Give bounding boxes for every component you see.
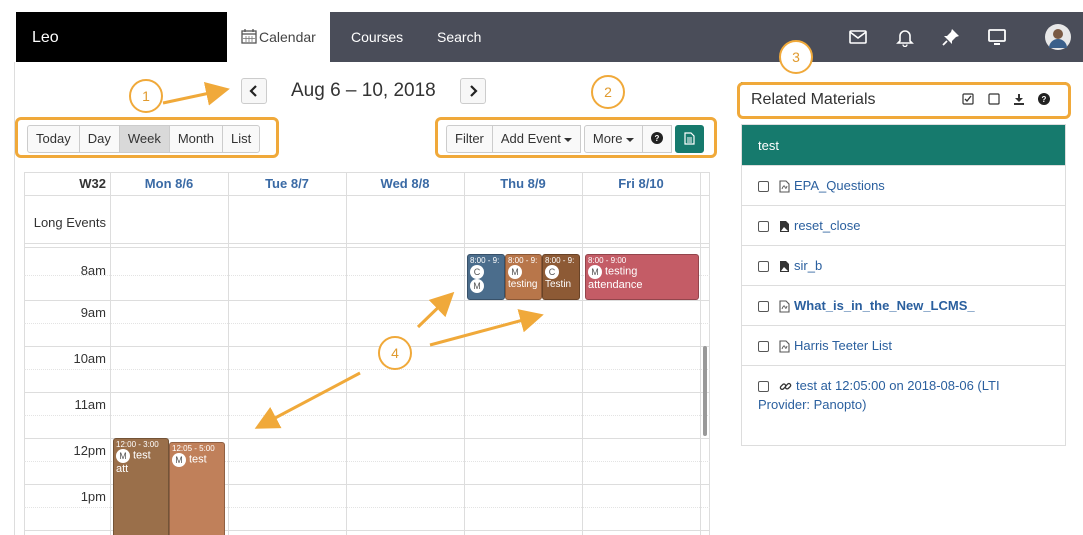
bell-icon[interactable]: [895, 27, 915, 47]
calendar-event[interactable]: 12:05 - 5:00 Mtest: [169, 442, 225, 535]
chevron-right-icon: [470, 85, 478, 97]
top-bar: Leo Calendar Courses Search: [0, 0, 1083, 64]
calendar-event[interactable]: 12:00 - 3:00 Mtest att: [113, 438, 169, 535]
calendar-title: Aug 6 – 10, 2018: [291, 80, 436, 101]
pdf-file-icon: [779, 340, 790, 353]
material-label[interactable]: test at 12:05:00 on 2018-08-06 (LTI Prov…: [758, 378, 1000, 412]
tab-courses[interactable]: Courses: [337, 12, 417, 62]
material-checkbox[interactable]: [758, 181, 769, 193]
time-label-1pm: 1pm: [80, 489, 106, 504]
pdf-file-icon: [779, 180, 790, 193]
calendar-event[interactable]: 8:00 - 9: C M: [467, 254, 505, 300]
event-badge: M: [116, 449, 130, 463]
material-label[interactable]: Harris Teeter List: [794, 338, 892, 353]
chevron-left-icon: [249, 85, 257, 97]
long-events-label: Long Events: [33, 215, 106, 230]
tab-search[interactable]: Search: [423, 12, 495, 62]
day-header-thu[interactable]: Thu 8/9: [464, 173, 582, 195]
pin-icon[interactable]: [941, 27, 961, 47]
callout-arrow-1: [162, 82, 230, 106]
event-time: 12:00 - 3:00: [116, 440, 159, 449]
event-badge: M: [172, 453, 186, 467]
calendar-icon: [241, 29, 257, 44]
event-title-line2: attendance: [588, 279, 643, 291]
event-title: testing: [605, 265, 638, 278]
mail-icon[interactable]: [848, 27, 868, 47]
calendar-event[interactable]: 8:00 - 9: M testing: [505, 254, 542, 300]
callout-box-view-buttons: [15, 117, 279, 158]
callout-number-1: 1: [129, 79, 163, 113]
material-label[interactable]: sir_b: [794, 258, 822, 273]
event-badge: M: [588, 265, 602, 279]
material-item[interactable]: Harris Teeter List: [742, 325, 1065, 365]
time-label-9am: 9am: [80, 305, 106, 320]
material-item[interactable]: test at 12:05:00 on 2018-08-06 (LTI Prov…: [742, 365, 1065, 426]
day-header-mon[interactable]: Mon 8/6: [110, 173, 228, 195]
event-time: 12:05 - 5:00: [172, 444, 215, 453]
day-header-tue[interactable]: Tue 8/7: [228, 173, 346, 195]
callout-number-4: 4: [378, 336, 412, 370]
event-badge: M: [470, 279, 484, 293]
material-label[interactable]: reset_close: [794, 218, 860, 233]
day-header-wed[interactable]: Wed 8/8: [346, 173, 464, 195]
event-time: 8:00 - 9:00: [588, 256, 627, 265]
week-number: W32: [79, 176, 106, 191]
day-header-fri[interactable]: Fri 8/10: [582, 173, 700, 195]
calendar-event[interactable]: 8:00 - 9: C Testin: [542, 254, 580, 300]
brand-name[interactable]: Leo: [16, 12, 227, 62]
time-label-10am: 10am: [73, 351, 106, 366]
time-label-8am: 8am: [80, 263, 106, 278]
grid-scrollbar[interactable]: [703, 346, 707, 436]
callout-box-action-buttons: [435, 117, 717, 158]
monitor-icon[interactable]: [987, 27, 1007, 47]
material-item[interactable]: EPA_Questions: [742, 165, 1065, 205]
tab-calendar-label: Calendar: [259, 29, 316, 45]
callout-number-3: 3: [779, 40, 813, 74]
time-label-12pm: 12pm: [73, 443, 106, 458]
next-week-button[interactable]: [460, 78, 486, 104]
material-label[interactable]: What_is_in_the_New_LCMS_: [794, 298, 975, 313]
event-title: testing: [508, 279, 538, 290]
event-badge: C: [545, 265, 559, 279]
main-navbar: Calendar Courses Search: [227, 12, 1083, 62]
event-badge: M: [508, 265, 522, 279]
material-checkbox[interactable]: [758, 341, 769, 353]
material-checkbox[interactable]: [758, 261, 769, 273]
event-time: 8:00 - 9:: [545, 256, 575, 265]
event-title: test: [189, 453, 207, 466]
event-title: Testin: [545, 279, 572, 290]
event-title-line2: att: [116, 463, 129, 475]
callout-number-2: 2: [591, 75, 625, 109]
materials-folder[interactable]: test: [742, 125, 1065, 165]
material-item[interactable]: sir_b: [742, 245, 1065, 285]
event-time: 8:00 - 9:: [470, 256, 500, 265]
pdf-file-icon: [779, 300, 790, 313]
calendar-event[interactable]: 8:00 - 9:00 Mtesting attendance: [585, 254, 699, 300]
related-materials-panel: test EPA_Questions reset_close sir_b Wha…: [741, 124, 1066, 446]
material-label[interactable]: EPA_Questions: [794, 178, 885, 193]
time-label-11am: 11am: [74, 397, 106, 412]
callout-box-related-materials: [737, 82, 1071, 119]
image-file-icon: [780, 221, 789, 233]
material-checkbox[interactable]: [758, 381, 769, 393]
image-file-icon: [780, 261, 789, 273]
event-time: 8:00 - 9:: [508, 256, 538, 265]
prev-week-button[interactable]: [241, 78, 267, 104]
material-checkbox[interactable]: [758, 301, 769, 313]
link-icon: [779, 383, 792, 391]
avatar[interactable]: [1044, 23, 1072, 51]
event-title: test: [133, 449, 151, 462]
tab-calendar[interactable]: Calendar: [227, 12, 330, 62]
material-item[interactable]: reset_close: [742, 205, 1065, 245]
week-grid: W32 Mon 8/6 Tue 8/7 Wed 8/8 Thu 8/9 Fri …: [24, 172, 710, 535]
material-checkbox[interactable]: [758, 221, 769, 233]
event-badge: C: [470, 265, 484, 279]
material-item[interactable]: What_is_in_the_New_LCMS_: [742, 285, 1065, 325]
